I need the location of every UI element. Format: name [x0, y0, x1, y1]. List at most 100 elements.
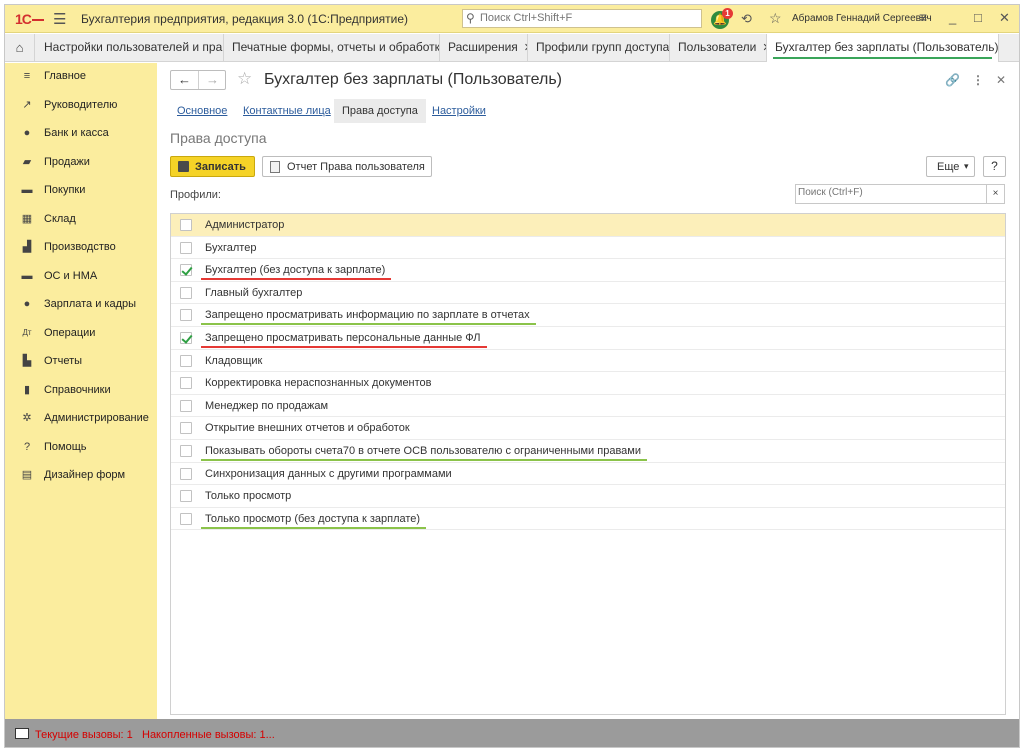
global-search[interactable]: ⚲ — [462, 9, 702, 28]
profile-row[interactable]: Менеджер по продажам — [171, 395, 1005, 418]
trend-icon: ↗ — [22, 98, 32, 111]
tab-main[interactable]: Основное — [177, 99, 227, 123]
profile-label: Только просмотр — [205, 490, 292, 503]
close-icon[interactable]: ✕ — [999, 10, 1010, 26]
profile-checkbox[interactable] — [180, 354, 192, 367]
tab-settings[interactable]: Настройки — [432, 99, 486, 123]
profile-row[interactable]: Кладовщик — [171, 350, 1005, 373]
help-button[interactable]: ? — [983, 156, 1006, 177]
tab-contacts[interactable]: Контактные лица — [243, 99, 331, 123]
profile-row[interactable]: Только просмотр — [171, 485, 1005, 508]
back-arrow-icon[interactable]: ← — [171, 72, 198, 87]
profile-row[interactable]: Показывать обороты счета70 в отчете ОСВ … — [171, 440, 1005, 463]
favorites-icon[interactable]: ☆ — [769, 10, 782, 27]
tab-user-settings[interactable]: Настройки пользователей и прав✕ — [36, 34, 224, 61]
global-search-input[interactable] — [480, 12, 695, 24]
clear-search-icon[interactable]: × — [986, 185, 1004, 203]
chevron-down-icon: ▾ — [964, 161, 969, 171]
profile-checkbox[interactable] — [180, 445, 192, 457]
ruble-icon: ● — [23, 127, 31, 139]
tab-print-forms[interactable]: Печатные формы, отчеты и обработки✕ — [224, 34, 440, 61]
tab-access-profiles[interactable]: Профили групп доступа✕ — [528, 34, 670, 61]
sidebar-item-purchases[interactable]: ▬ Покупки — [5, 177, 157, 205]
profile-label: Бухгалтер (без доступа к зарплате) — [205, 264, 386, 277]
history-icon[interactable]: ⟲ — [741, 11, 752, 27]
sidebar-item-salary[interactable]: ● Зарплата и кадры — [5, 291, 157, 319]
more-actions-icon[interactable]: ⋮ — [972, 73, 984, 87]
profile-checkbox[interactable] — [180, 422, 192, 435]
tab-accountant-no-salary[interactable]: Бухгалтер без зарплаты (Пользователь)✕ — [767, 34, 999, 62]
profile-checkbox[interactable] — [180, 241, 192, 254]
profile-row[interactable]: Синхронизация данных с другими программа… — [171, 463, 1005, 486]
sidebar-item-main[interactable]: ≡ Главное — [5, 63, 157, 91]
profile-checkbox[interactable] — [180, 264, 192, 277]
user-rights-report-button[interactable]: Отчет Права пользователя — [262, 156, 432, 177]
profile-row[interactable]: Корректировка нераспознанных документов — [171, 372, 1005, 395]
profiles-label: Профили: — [170, 189, 221, 201]
profile-row[interactable]: Открытие внешних отчетов и обработок — [171, 417, 1005, 440]
profile-row[interactable]: Только просмотр (без доступа к зарплате) — [171, 508, 1005, 531]
favorite-star-icon[interactable]: ☆ — [237, 69, 252, 89]
minimize-icon[interactable]: _ — [949, 10, 956, 25]
sidebar-item-fixed-assets[interactable]: ▬ ОС и НМА — [5, 263, 157, 291]
profile-label: Только просмотр (без доступа к зарплате) — [205, 512, 421, 525]
maximize-icon[interactable]: □ — [974, 10, 982, 25]
link-icon[interactable]: 🔗 — [945, 73, 960, 87]
sidebar-item-reports[interactable]: ▙ Отчеты — [5, 348, 157, 376]
sidebar-item-catalogs[interactable]: ▮ Справочники — [5, 377, 157, 405]
profile-checkbox[interactable] — [180, 377, 192, 390]
tab-users[interactable]: Пользователи✕ — [670, 34, 767, 61]
profile-row[interactable]: Запрещено просматривать информацию по за… — [171, 304, 1005, 327]
save-button[interactable]: Записать — [170, 156, 255, 177]
profile-checkbox[interactable] — [180, 286, 192, 299]
profile-checkbox[interactable] — [180, 490, 192, 503]
profiles-search-input[interactable] — [798, 187, 983, 198]
profile-row[interactable]: Администратор — [171, 214, 1005, 237]
profile-checkbox[interactable] — [180, 512, 192, 525]
profile-row[interactable]: Главный бухгалтер — [171, 282, 1005, 305]
profile-row[interactable]: Бухгалтер (без доступа к зарплате) — [171, 259, 1005, 282]
sidebar-item-form-designer[interactable]: ▤ Дизайнер форм — [5, 462, 157, 490]
user-name[interactable]: Абрамов Геннадий Сергеевич — [792, 13, 932, 24]
sidebar-item-bank[interactable]: ● Банк и касса — [5, 120, 157, 148]
report-icon — [270, 161, 280, 173]
profile-label: Главный бухгалтер — [205, 286, 303, 299]
more-button[interactable]: Еще ▾ — [926, 156, 975, 177]
profile-checkbox[interactable] — [180, 219, 192, 231]
sidebar-item-production[interactable]: ▟ Производство — [5, 234, 157, 262]
forward-arrow-icon[interactable]: → — [199, 72, 226, 87]
profile-checkbox[interactable] — [180, 399, 192, 412]
profiles-table: Администратор Бухгалтер Бухгалтер (без дос… — [170, 213, 1006, 715]
main-menu-icon[interactable]: ☰ — [53, 10, 66, 28]
tab-extensions[interactable]: Расширения✕ — [440, 34, 528, 61]
factory-icon: ▟ — [22, 241, 32, 253]
sidebar-item-sales[interactable]: ▰ Продажи — [5, 149, 157, 177]
highlight-underline — [201, 323, 536, 326]
profile-row[interactable]: Запрещено просматривать персональные дан… — [171, 327, 1005, 350]
cart-icon: ▬ — [21, 184, 33, 196]
profile-label: Корректировка нераспознанных документов — [205, 377, 432, 390]
close-form-icon[interactable]: ✕ — [996, 73, 1006, 87]
profile-checkbox[interactable] — [180, 332, 192, 344]
sidebar-item-admin[interactable]: ✲ Администрирование — [5, 405, 157, 433]
profile-checkbox[interactable] — [180, 467, 192, 480]
sidebar-item-warehouse[interactable]: ▦ Склад — [5, 206, 157, 234]
profile-row[interactable]: Бухгалтер — [171, 237, 1005, 260]
profiles-search[interactable]: × — [795, 184, 1005, 204]
accumulated-calls[interactable]: Накопленные вызовы: 1... — [142, 729, 275, 741]
highlight-underline — [201, 346, 487, 348]
notification-badge: 1 — [722, 8, 733, 19]
current-calls[interactable]: Текущие вызовы: 1 — [35, 729, 133, 741]
search-icon: ⚲ — [466, 11, 475, 25]
title-bar: 1С ☰ Бухгалтерия предприятия, редакция 3… — [5, 5, 1019, 33]
settings-menu-icon[interactable]: ≡ — [919, 9, 927, 25]
sidebar-item-help[interactable]: ? Помощь — [5, 434, 157, 462]
home-icon[interactable]: ⌂ — [5, 34, 35, 61]
sidebar-item-manager[interactable]: ↗ Руководителю — [5, 92, 157, 120]
sidebar-item-operations[interactable]: Дт Операции — [5, 320, 157, 348]
calls-window-icon[interactable] — [15, 728, 29, 739]
tab-access-rights[interactable]: Права доступа — [334, 99, 426, 123]
app-title: Бухгалтерия предприятия, редакция 3.0 (1… — [81, 12, 409, 26]
highlight-underline — [201, 459, 647, 461]
profile-checkbox[interactable] — [180, 309, 192, 322]
